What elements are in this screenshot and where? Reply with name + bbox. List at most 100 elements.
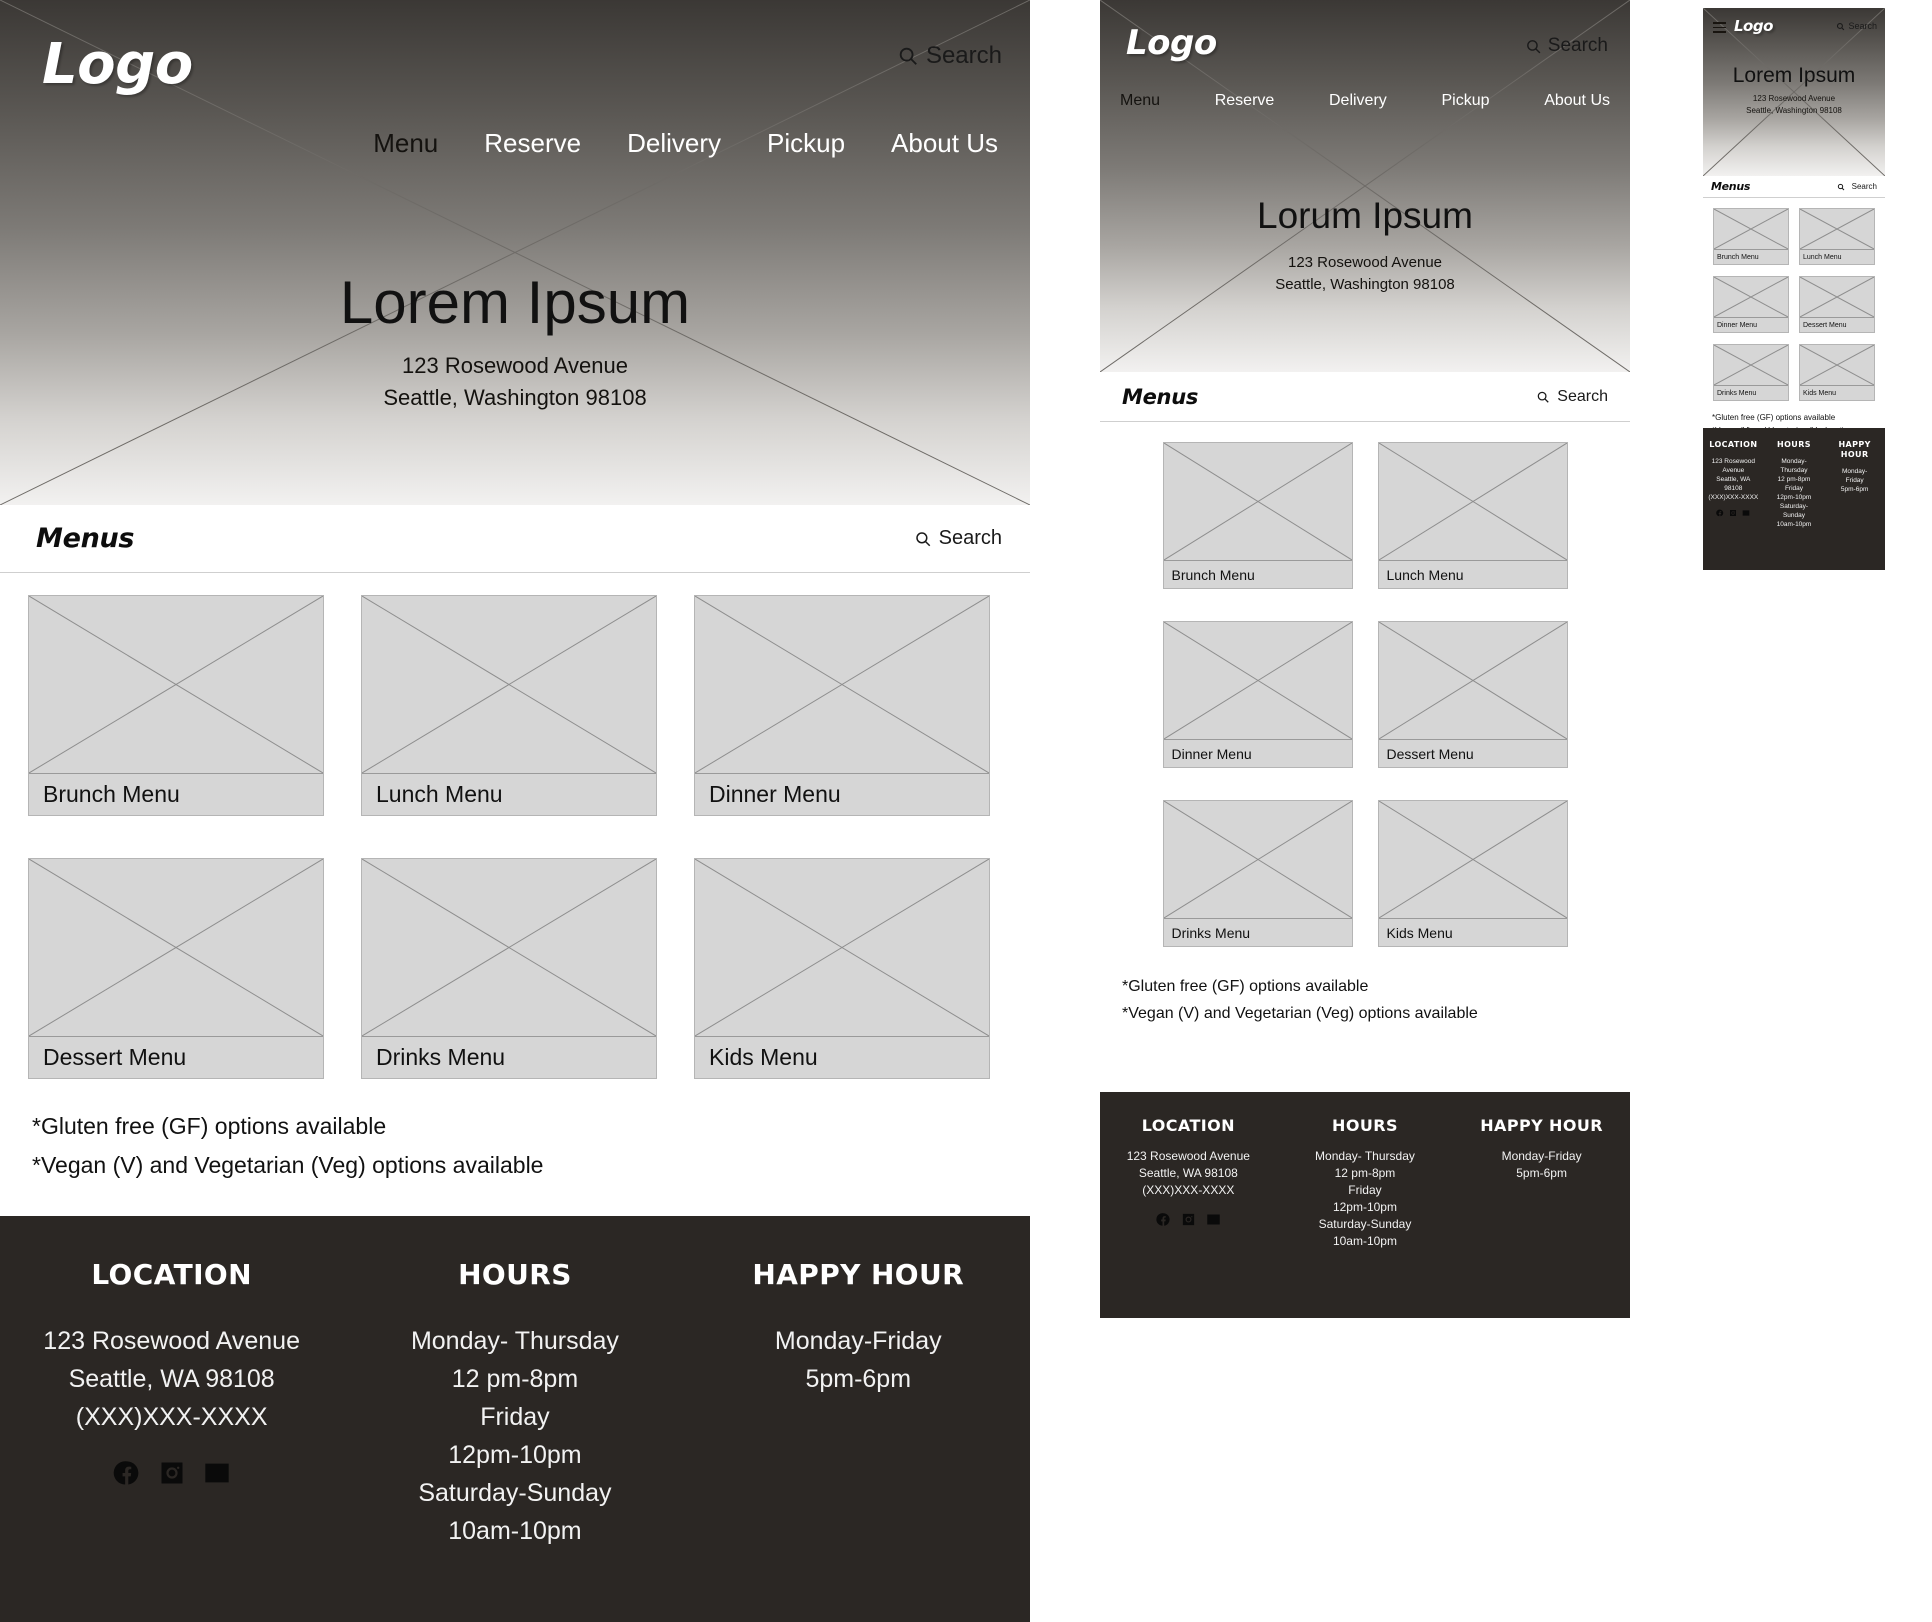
email-icon[interactable]	[203, 1459, 231, 1487]
nav-item-menu[interactable]: Menu	[373, 128, 438, 159]
search-icon	[1526, 39, 1541, 53]
image-placeholder-x-icon	[695, 596, 989, 773]
email-icon[interactable]	[1206, 1212, 1221, 1227]
hamburger-menu-icon[interactable]	[1713, 22, 1726, 36]
facebook-icon[interactable]	[1716, 509, 1724, 517]
footer-hours-line: Sunday	[1782, 512, 1805, 519]
menu-card-brunch[interactable]: Brunch Menu	[1713, 208, 1789, 265]
footer-hours-line: 12 pm-8pm	[1334, 1166, 1396, 1180]
footer-happy-hour-line: 5pm-6pm	[1840, 486, 1869, 493]
nav-item-delivery[interactable]: Delivery	[627, 128, 721, 159]
hero-address: 123 Rosewood Avenue Seattle, Washington …	[0, 350, 1030, 414]
instagram-icon[interactable]	[1729, 509, 1737, 517]
search-icon	[1837, 183, 1844, 190]
menu-card-image-placeholder	[1714, 209, 1788, 250]
menu-note-vegan: *Vegan (V) and Vegetarian (Veg) options …	[1122, 1005, 1478, 1022]
menu-card-lunch[interactable]: Lunch Menu	[361, 595, 657, 816]
menu-card-dinner[interactable]: Dinner Menu	[694, 595, 990, 816]
menu-card-image-placeholder	[1378, 801, 1567, 919]
header-search-button[interactable]: Search	[897, 42, 1002, 70]
menu-card-brunch[interactable]: Brunch Menu	[28, 595, 324, 816]
site-footer: LOCATION 123 Rosewood Avenue Seattle, WA…	[1100, 1092, 1630, 1318]
footer-location-line: (XXX)XXX-XXXX	[1708, 494, 1759, 501]
nav-item-reserve[interactable]: Reserve	[484, 128, 581, 159]
nav-item-reserve[interactable]: Reserve	[1215, 92, 1275, 110]
menu-card-brunch[interactable]: Brunch Menu	[1162, 442, 1353, 589]
menus-search-label: Search	[1557, 387, 1608, 405]
footer-column-hours: HOURS Monday- Thursday 12 pm-8pm Friday …	[343, 1258, 686, 1622]
footer-happy-hour-line: Friday	[1845, 477, 1864, 484]
menu-card-dinner[interactable]: Dinner Menu	[1713, 276, 1789, 333]
menus-search-button[interactable]: Search	[914, 527, 1002, 550]
instagram-icon[interactable]	[1181, 1212, 1196, 1227]
menu-card-kids[interactable]: Kids Menu	[694, 858, 990, 1079]
facebook-icon[interactable]	[1156, 1212, 1171, 1227]
menu-card-drinks[interactable]: Drinks Menu	[1713, 344, 1789, 401]
menu-card-grid: Brunch Menu Lunch Menu Dinner Menu Desse…	[1100, 422, 1630, 947]
nav-item-about-us[interactable]: About Us	[891, 128, 998, 159]
footer-happy-hour-line: 5pm-6pm	[1516, 1166, 1567, 1180]
footer-heading-location: LOCATION	[91, 1258, 252, 1291]
menu-card-lunch[interactable]: Lunch Menu	[1377, 442, 1568, 589]
menus-search-button[interactable]: Search	[1536, 388, 1608, 406]
search-icon	[1837, 22, 1845, 30]
facebook-icon[interactable]	[113, 1459, 141, 1487]
menu-card-image-placeholder	[362, 859, 656, 1037]
menu-card-label: Drinks Menu	[1717, 389, 1757, 397]
menu-card-kids[interactable]: Kids Menu	[1377, 800, 1568, 947]
footer-heading-hours: HOURS	[1332, 1116, 1398, 1135]
menu-card-lunch[interactable]: Lunch Menu	[1799, 208, 1875, 265]
hero-address: 123 Rosewood Avenue Seattle, Washington …	[1703, 93, 1885, 117]
image-placeholder-x-icon	[1164, 801, 1352, 918]
menu-card-dessert[interactable]: Dessert Menu	[1799, 276, 1875, 333]
menu-note-vegan: *Vegan (V) and Vegetarian (Veg) options …	[32, 1152, 544, 1178]
menu-card-kids[interactable]: Kids Menu	[1799, 344, 1875, 401]
hero-placeholder-x-icon	[1703, 8, 1885, 176]
footer-hours-line: 10am-10pm	[1332, 1234, 1397, 1248]
main-navigation: Menu Reserve Delivery Pickup About Us	[1120, 92, 1610, 110]
menu-card-dinner[interactable]: Dinner Menu	[1162, 621, 1353, 768]
footer-location-line: (XXX)XXX-XXXX	[1142, 1183, 1235, 1197]
footer-hours-line: Friday	[1348, 1183, 1382, 1197]
header-search-button[interactable]: Search	[1525, 35, 1608, 57]
footer-social-links	[1100, 1212, 1277, 1227]
footer-heading-hours: HOURS	[1777, 440, 1811, 449]
footer-hours-line: 12pm-10pm	[1776, 494, 1812, 501]
footer-heading-happy-hour-line-1: HAPPY	[1838, 440, 1871, 449]
site-logo[interactable]: Logo	[42, 32, 193, 97]
nav-item-pickup[interactable]: Pickup	[767, 128, 845, 159]
hero-address: 123 Rosewood Avenue Seattle, Washington …	[1100, 252, 1630, 296]
footer-location-line: Avenue	[1722, 467, 1745, 474]
email-icon[interactable]	[1742, 509, 1750, 517]
nav-item-about-us[interactable]: About Us	[1544, 92, 1610, 110]
footer-hours-line: 12pm-10pm	[448, 1441, 582, 1469]
site-logo[interactable]: Logo	[1126, 23, 1217, 63]
menu-card-drinks[interactable]: Drinks Menu	[361, 858, 657, 1079]
hero-title: Lorem Ipsum	[339, 269, 691, 336]
menu-card-dessert[interactable]: Dessert Menu	[28, 858, 324, 1079]
menus-section-title: Menus	[36, 523, 135, 554]
menus-section-bar: Menus Search	[1703, 176, 1885, 198]
menu-card-label: Lunch Menu	[1386, 566, 1464, 583]
header-search-button[interactable]: Search	[1836, 21, 1877, 31]
instagram-icon[interactable]	[158, 1459, 186, 1487]
hero-title: Lorem Ipsum	[1732, 64, 1856, 87]
menu-card-drinks[interactable]: Drinks Menu	[1162, 800, 1353, 947]
menu-card-image-placeholder	[29, 859, 323, 1037]
image-placeholder-x-icon	[1800, 345, 1874, 385]
menu-card-image-placeholder	[1163, 801, 1352, 919]
nav-item-delivery[interactable]: Delivery	[1329, 92, 1387, 110]
menu-card-image-placeholder	[1163, 443, 1352, 561]
menu-card-image-placeholder	[1163, 622, 1352, 740]
nav-item-menu[interactable]: Menu	[1120, 92, 1160, 110]
menus-search-button[interactable]: Search	[1837, 182, 1877, 191]
nav-item-pickup[interactable]: Pickup	[1441, 92, 1489, 110]
footer-hours-line: Monday- Thursday	[1315, 1149, 1415, 1163]
site-logo[interactable]: Logo	[1734, 17, 1773, 35]
footer-hours-line: 10am-10pm	[448, 1517, 582, 1545]
menu-card-label: Kids Menu	[1386, 924, 1453, 941]
menu-card-dessert[interactable]: Dessert Menu	[1377, 621, 1568, 768]
menu-card-image-placeholder	[1800, 345, 1874, 386]
menu-card-image-placeholder	[1714, 345, 1788, 386]
footer-location-line: 98108	[1724, 485, 1743, 492]
